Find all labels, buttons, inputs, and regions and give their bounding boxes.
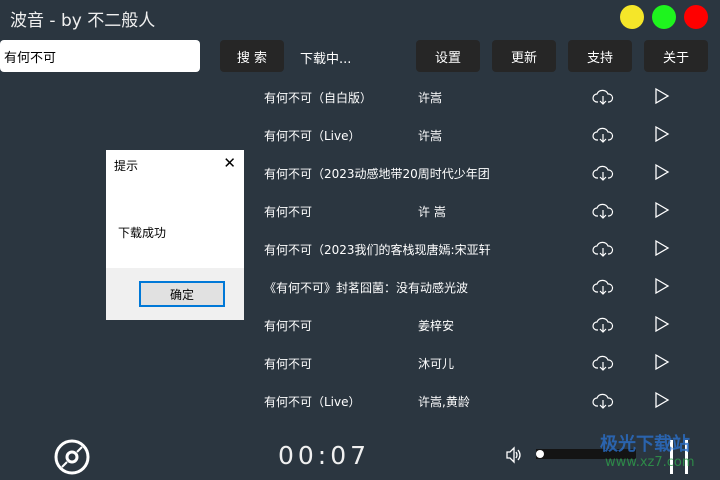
song-row[interactable]: 有何不可 沐可儿: [264, 353, 684, 373]
song-title: 有何不可: [264, 319, 313, 333]
update-button[interactable]: 更新: [492, 40, 556, 72]
window-title: 波音 - by 不二般人: [10, 11, 156, 31]
cloud-download-icon[interactable]: [592, 87, 614, 107]
cloud-download-icon[interactable]: [592, 163, 614, 183]
ok-button[interactable]: 确定: [139, 281, 225, 307]
song-row[interactable]: 有何不可（Live） 许嵩: [264, 125, 684, 145]
song-title: 有何不可: [264, 357, 313, 371]
song-title: 有何不可（Live）: [264, 129, 361, 143]
play-icon[interactable]: [654, 315, 670, 333]
play-icon[interactable]: [654, 391, 670, 409]
play-icon[interactable]: [654, 163, 670, 181]
song-row[interactable]: 有何不可 许 嵩: [264, 201, 684, 221]
cloud-download-icon[interactable]: [592, 315, 614, 335]
cloud-download-icon[interactable]: [592, 201, 614, 221]
play-icon[interactable]: [654, 353, 670, 371]
maximize-button[interactable]: [652, 5, 676, 29]
close-button[interactable]: [684, 5, 708, 29]
minimize-button[interactable]: [620, 5, 644, 29]
watermark-logo: 极光下载站: [600, 434, 690, 455]
download-status: 下载中...: [300, 52, 352, 67]
playback-time: 00:07: [278, 441, 371, 470]
song-title: 有何不可: [264, 205, 313, 219]
song-artist: 姜梓安: [418, 319, 455, 333]
song-artist: 许 嵩: [418, 205, 446, 219]
cloud-download-icon[interactable]: [592, 391, 614, 411]
song-row[interactable]: 有何不可（Live） 许嵩,黄龄: [264, 391, 684, 411]
about-button[interactable]: 关于: [644, 40, 708, 72]
play-icon[interactable]: [654, 201, 670, 219]
watermark-url: www.xz7.com: [605, 455, 695, 470]
cloud-download-icon[interactable]: [592, 353, 614, 373]
search-input[interactable]: [0, 40, 200, 72]
search-button[interactable]: 搜 索: [220, 40, 284, 72]
song-row[interactable]: 有何不可（2023动感地带20周时代少年团: [264, 163, 684, 183]
song-title: 有何不可（2023我们的客栈现唐嫣:宋亚轩: [264, 243, 491, 257]
play-icon[interactable]: [654, 277, 670, 295]
support-button[interactable]: 支持: [568, 40, 632, 72]
dialog-close-icon[interactable]: ✕: [223, 154, 236, 172]
song-artist: 许嵩: [418, 129, 443, 143]
dialog-title: 提示: [114, 159, 139, 173]
play-icon[interactable]: [654, 87, 670, 105]
cloud-download-icon[interactable]: [592, 125, 614, 145]
cloud-download-icon[interactable]: [592, 239, 614, 259]
song-artist: 许嵩,黄龄: [418, 395, 470, 409]
song-title: 《有何不可》封茗囧菌：没有动感光波: [264, 281, 469, 295]
song-row[interactable]: 有何不可 姜梓安: [264, 315, 684, 335]
song-artist: 许嵩: [418, 91, 443, 105]
song-title: 有何不可（自白版）: [264, 91, 373, 105]
song-title: 有何不可（2023动感地带20周时代少年团: [264, 167, 490, 181]
play-icon[interactable]: [654, 125, 670, 143]
dialog-message: 下载成功: [118, 226, 167, 240]
settings-button[interactable]: 设置: [416, 40, 480, 72]
song-row[interactable]: 有何不可（2023我们的客栈现唐嫣:宋亚轩: [264, 239, 684, 259]
cloud-download-icon[interactable]: [592, 277, 614, 297]
song-row[interactable]: 《有何不可》封茗囧菌：没有动感光波: [264, 277, 684, 297]
play-icon[interactable]: [654, 239, 670, 257]
song-row[interactable]: 有何不可（自白版） 许嵩: [264, 87, 684, 107]
volume-icon[interactable]: [505, 446, 523, 464]
volume-slider-handle[interactable]: [536, 450, 544, 458]
message-dialog: 提示 ✕ 下载成功 确定: [106, 150, 244, 320]
dialog-footer: 确定: [106, 268, 244, 320]
disc-icon[interactable]: [54, 439, 90, 475]
song-artist: 沐可儿: [418, 357, 455, 371]
